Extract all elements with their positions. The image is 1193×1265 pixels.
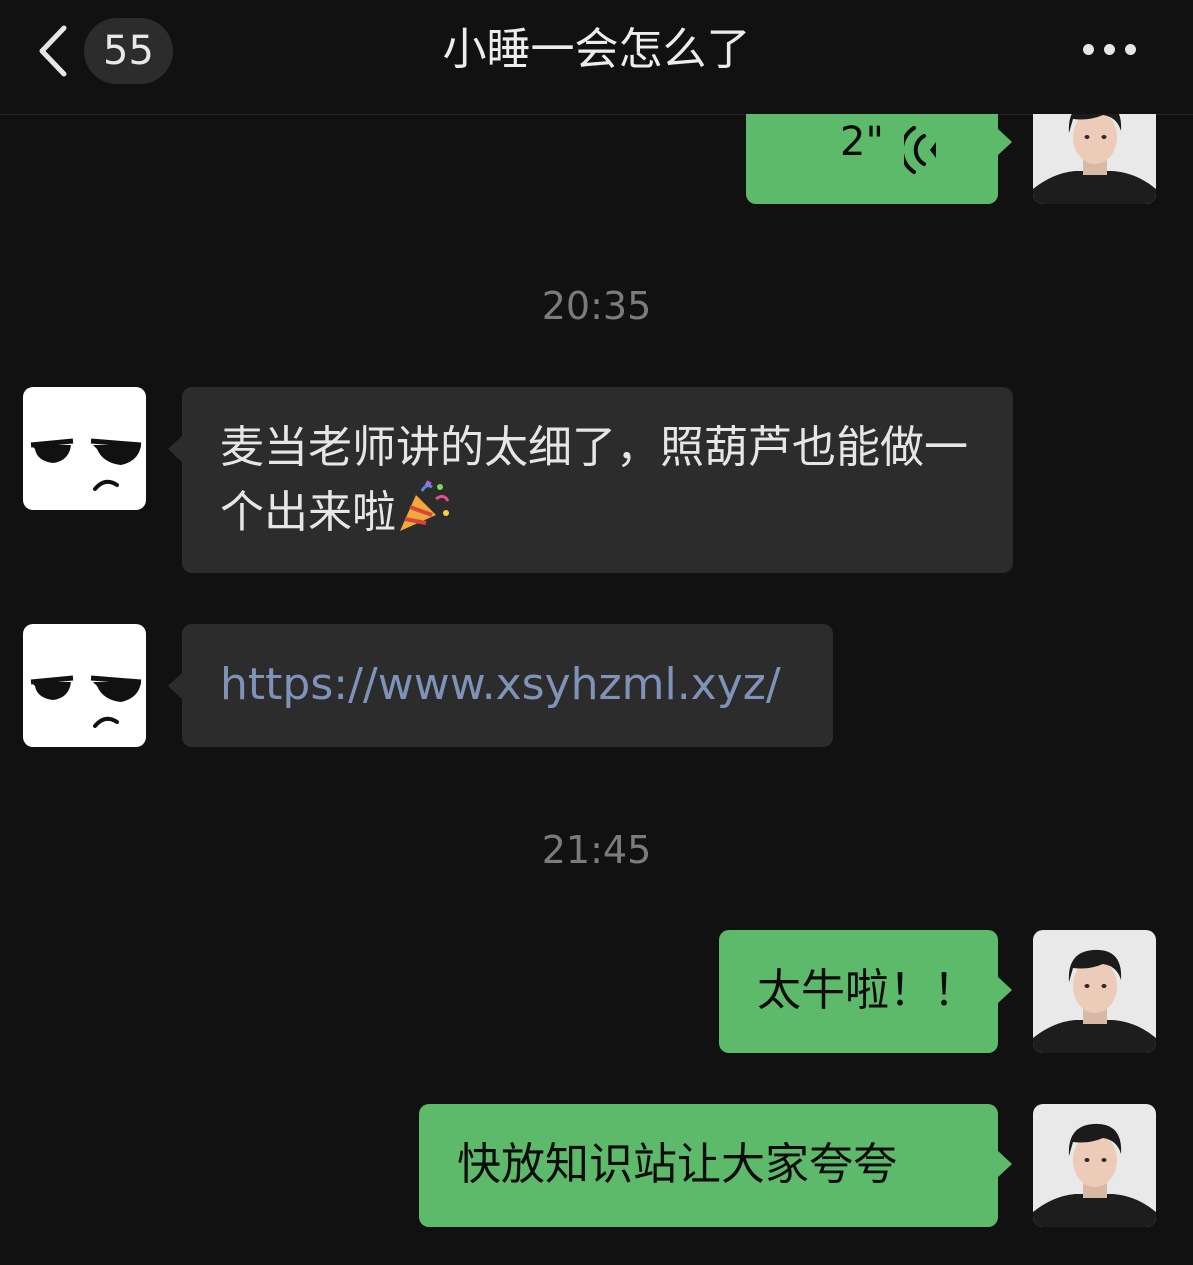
my-avatar[interactable] bbox=[1033, 930, 1156, 1053]
chat-title: 小睡一会怎么了 bbox=[442, 24, 751, 75]
more-dots-icon bbox=[1083, 44, 1094, 55]
my-avatar[interactable] bbox=[1033, 1104, 1156, 1227]
party-popper-icon bbox=[400, 480, 450, 531]
contact-avatar[interactable] bbox=[23, 624, 146, 747]
contact-avatar[interactable] bbox=[23, 387, 146, 510]
message-text: 麦当老师讲的太细了，照葫芦也能做一个出来啦 bbox=[220, 422, 968, 538]
more-options-button[interactable] bbox=[1075, 30, 1145, 70]
timestamp: 20:35 bbox=[541, 284, 652, 328]
voice-duration: 2" bbox=[840, 119, 884, 165]
message-link[interactable]: https://www.xsyhzml.xyz/ bbox=[220, 659, 781, 710]
timestamp: 21:45 bbox=[541, 828, 652, 872]
message-bubble[interactable]: 麦当老师讲的太细了，照葫芦也能做一个出来啦 bbox=[168, 387, 1013, 573]
message-bubble[interactable]: 太牛啦！！ bbox=[719, 930, 1012, 1053]
message-text: 快放知识站让大家夸夸 bbox=[457, 1139, 897, 1190]
message-text: 太牛啦！！ bbox=[757, 965, 977, 1016]
voice-wave-icon bbox=[904, 126, 936, 174]
message-bubble[interactable]: 快放知识站让大家夸夸 bbox=[419, 1104, 1012, 1227]
my-avatar[interactable] bbox=[1033, 114, 1156, 204]
link-message-bubble[interactable]: https://www.xsyhzml.xyz/ bbox=[168, 624, 833, 747]
voice-message-bubble[interactable]: 2" bbox=[746, 114, 1012, 204]
nav-bar: 55 小睡一会怎么了 bbox=[0, 0, 1193, 115]
